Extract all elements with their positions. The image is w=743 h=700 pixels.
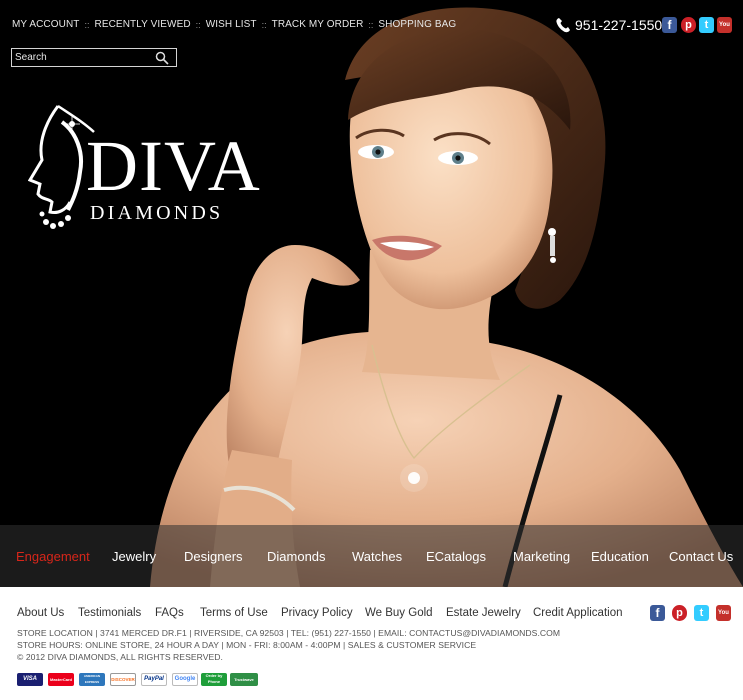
search-box — [11, 48, 177, 67]
visa-logo: VISA — [17, 673, 43, 686]
top-nav-separator: :: — [195, 19, 201, 30]
youtube-icon[interactable]: You — [717, 17, 732, 33]
footer-facebook-glyph: f — [655, 606, 660, 620]
model-photo — [0, 0, 743, 587]
order-by-phone-logo: Order by Phone — [201, 673, 227, 686]
store-location: STORE LOCATION | 3741 MERCED DR.F1 | RIV… — [17, 628, 561, 638]
facebook-glyph: f — [667, 18, 672, 32]
youtube-glyph: You — [719, 22, 730, 28]
top-nav: MY ACCOUNT :: RECENTLY VIEWED :: WISH LI… — [12, 19, 456, 30]
top-nav-shopping-bag[interactable]: SHOPPING BAG — [378, 19, 456, 30]
mastercard-logo: MasterCard — [48, 673, 74, 686]
search-icon[interactable] — [155, 51, 169, 65]
top-nav-wish-list[interactable]: WISH LIST — [206, 19, 257, 30]
nav-engagement[interactable]: Engagement — [16, 549, 90, 564]
hero-banner: MY ACCOUNT :: RECENTLY VIEWED :: WISH LI… — [0, 0, 743, 587]
footer-pinterest-glyph: p — [676, 607, 683, 619]
footer-youtube-glyph: You — [718, 610, 729, 616]
footer-link-about-us[interactable]: About Us — [17, 607, 64, 619]
nav-contact-us[interactable]: Contact Us — [669, 549, 733, 564]
nav-marketing[interactable]: Marketing — [513, 549, 570, 564]
discover-logo: DISCOVER — [110, 673, 136, 686]
nav-designers[interactable]: Designers — [184, 549, 243, 564]
twitter-glyph: t — [704, 19, 709, 31]
paypal-logo: PayPal — [141, 673, 167, 686]
top-nav-my-account[interactable]: MY ACCOUNT — [12, 19, 80, 30]
diva-diamonds-logo[interactable]: DIVA DIAMONDS — [28, 102, 268, 234]
footer-facebook-icon[interactable]: f — [650, 605, 665, 621]
footer-link-estate-jewelry[interactable]: Estate Jewelry — [446, 607, 521, 619]
top-nav-separator: :: — [261, 19, 267, 30]
top-nav-separator: :: — [84, 19, 90, 30]
footer-pinterest-icon[interactable]: p — [672, 605, 687, 621]
footer-twitter-icon[interactable]: t — [694, 605, 709, 621]
nav-jewelry[interactable]: Jewelry — [112, 549, 156, 564]
facebook-icon[interactable]: f — [662, 17, 677, 33]
main-nav: Engagement Jewelry Designers Diamonds Wa… — [0, 525, 743, 587]
nav-watches[interactable]: Watches — [352, 549, 402, 564]
footer-link-terms-of-use[interactable]: Terms of Use — [200, 607, 268, 619]
nav-ecatalogs[interactable]: ECatalogs — [426, 549, 486, 564]
trustwave-seal: Trustwave — [230, 673, 258, 686]
footer-youtube-icon[interactable]: You — [716, 605, 731, 621]
footer-link-privacy-policy[interactable]: Privacy Policy — [281, 607, 353, 619]
amex-logo: AMERICAN EXPRESS — [79, 673, 105, 686]
nav-diamonds[interactable]: Diamonds — [267, 549, 326, 564]
top-nav-separator: :: — [368, 19, 374, 30]
copyright: © 2012 DIVA DIAMONDS, ALL RIGHTS RESERVE… — [17, 652, 223, 662]
footer-link-credit-application[interactable]: Credit Application — [533, 607, 623, 619]
pinterest-icon[interactable]: p — [681, 17, 696, 33]
twitter-icon[interactable]: t — [699, 17, 714, 33]
top-nav-track-my-order[interactable]: TRACK MY ORDER — [272, 19, 364, 30]
phone-contact: 951-227-1550 — [556, 17, 662, 33]
google-checkout-logo: Google — [172, 673, 198, 686]
footer-link-testimonials[interactable]: Testimonials — [78, 607, 141, 619]
footer: About Us Testimonials FAQs Terms of Use … — [0, 587, 743, 700]
store-hours: STORE HOURS: ONLINE STORE, 24 HOUR A DAY… — [17, 640, 477, 650]
footer-link-we-buy-gold[interactable]: We Buy Gold — [365, 607, 433, 619]
nav-education[interactable]: Education — [591, 549, 649, 564]
footer-twitter-glyph: t — [699, 607, 704, 619]
logo-name: DIVA — [86, 126, 261, 206]
footer-link-faqs[interactable]: FAQs — [155, 607, 184, 619]
phone-icon — [556, 18, 570, 33]
search-input[interactable] — [15, 50, 150, 65]
pinterest-glyph: p — [685, 19, 692, 31]
phone-number[interactable]: 951-227-1550 — [575, 17, 662, 33]
top-nav-recently-viewed[interactable]: RECENTLY VIEWED — [95, 19, 191, 30]
logo-subtitle: DIAMONDS — [90, 202, 224, 224]
